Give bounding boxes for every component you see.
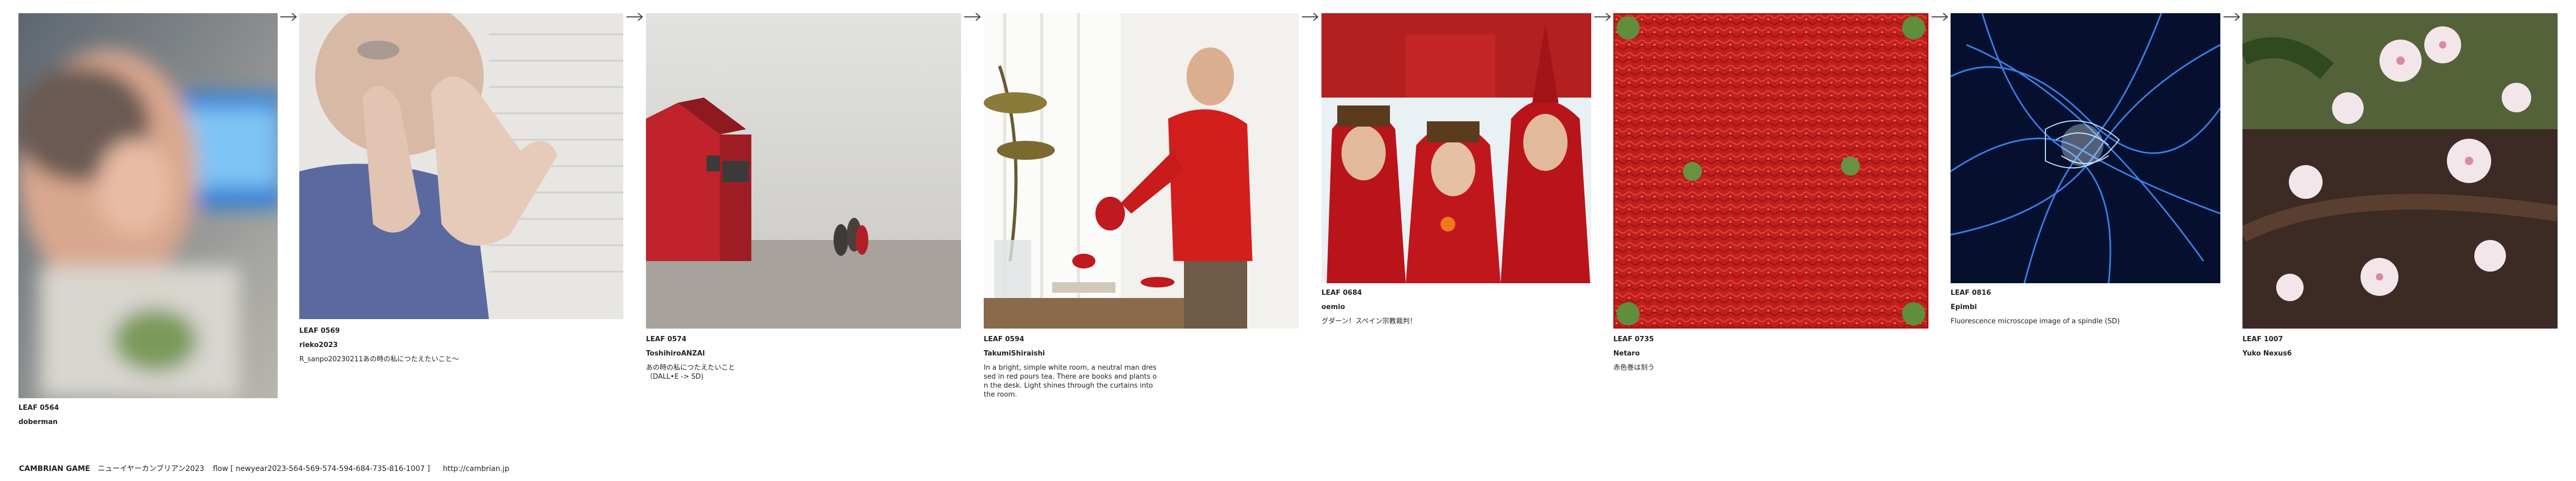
leaf-meta: LEAF 0594 TakumiShiraishi In a bright, s… — [984, 335, 1173, 399]
leaf-author[interactable]: Yuko Nexus6 — [2242, 349, 2558, 358]
footer: CAMBRIAN GAME ニューイヤーカンブリアン2023 flow [ ne… — [19, 463, 510, 474]
right-arrow-icon — [625, 12, 644, 22]
leaf-meta: LEAF 0684 oemio グダーン！スペイン宗教裁判！ — [1321, 288, 1591, 326]
leaf-title: あの時の私につたえたいこと （DALL•E -> SD) — [646, 364, 736, 381]
leaf-title: 赤色巻は刻う — [1613, 364, 1655, 372]
right-arrow-icon — [279, 12, 298, 22]
leaf-id: LEAF 1007 — [2242, 335, 2283, 343]
leaf-image-red-texture[interactable] — [1613, 13, 1928, 329]
footer-url-link[interactable]: http://cambrian.jp — [443, 465, 510, 473]
leaf-id: LEAF 0735 — [1613, 335, 1654, 343]
leaf-meta: LEAF 0564 doberman — [18, 403, 278, 432]
leaf-title: In a bright, simple white room, a neutra… — [984, 364, 1157, 399]
leaf-id: LEAF 0816 — [1951, 289, 1991, 297]
right-arrow-icon — [1931, 12, 1950, 22]
leaf-meta: LEAF 0735 Netaro 赤色巻は刻う — [1613, 335, 1928, 372]
leaf-author[interactable]: TakumiShiraishi — [984, 349, 1173, 358]
leaf-image-man-pouring-tea[interactable] — [984, 13, 1299, 329]
footer-subtitle: ニューイヤーカンブリアン2023 — [97, 465, 204, 473]
leaf-image-fluorescence-spindle[interactable] — [1951, 13, 2220, 283]
leaf-author[interactable]: doberman — [18, 418, 278, 427]
right-arrow-icon — [1593, 12, 1612, 22]
leaf-meta: LEAF 1007 Yuko Nexus6 — [2242, 335, 2558, 363]
leaf-meta: LEAF 0816 Epimbi Fluorescence microscope… — [1951, 288, 2220, 326]
right-arrow-icon — [2222, 12, 2241, 22]
leaf-image-cherry-blossoms[interactable] — [2242, 13, 2558, 329]
leaf-id: LEAF 0594 — [984, 335, 1024, 343]
footer-brand: CAMBRIAN GAME — [19, 465, 90, 473]
leaf-id: LEAF 0564 — [18, 404, 59, 412]
footer-flow: flow [ newyear2023-564-569-574-594-684-7… — [213, 465, 430, 473]
leaf-id: LEAF 0684 — [1321, 289, 1362, 297]
leaf-title: グダーン！スペイン宗教裁判！ — [1321, 318, 1417, 325]
right-arrow-icon — [1301, 12, 1320, 22]
leaf-image-red-hut-fog[interactable] — [646, 13, 961, 329]
leaf-meta: LEAF 0574 ToshihiroANZAI あの時の私につたえたいこと （… — [646, 335, 961, 381]
leaf-author[interactable]: Epimbi — [1951, 303, 2220, 312]
leaf-id: LEAF 0569 — [299, 327, 340, 335]
right-arrow-icon — [963, 12, 982, 22]
leaf-id: LEAF 0574 — [646, 335, 687, 343]
leaf-title: Fluorescence microscope image of a spind… — [1951, 318, 2120, 325]
leaf-author[interactable]: Netaro — [1613, 349, 1928, 358]
leaf-meta: LEAF 0569 rieko2023 R_sanpo20230211あの時の私… — [299, 326, 623, 364]
leaf-title: R_sanpo20230211あの時の私につたえたいこと～ — [299, 355, 459, 363]
leaf-image-elderly-hands[interactable] — [299, 13, 623, 319]
leaf-image-blurred-child[interactable] — [18, 13, 278, 398]
leaf-author[interactable]: ToshihiroANZAI — [646, 349, 961, 358]
leaf-author[interactable]: oemio — [1321, 303, 1591, 312]
leaf-image-spanish-inquisition[interactable] — [1321, 13, 1591, 283]
leaf-author[interactable]: rieko2023 — [299, 341, 623, 350]
